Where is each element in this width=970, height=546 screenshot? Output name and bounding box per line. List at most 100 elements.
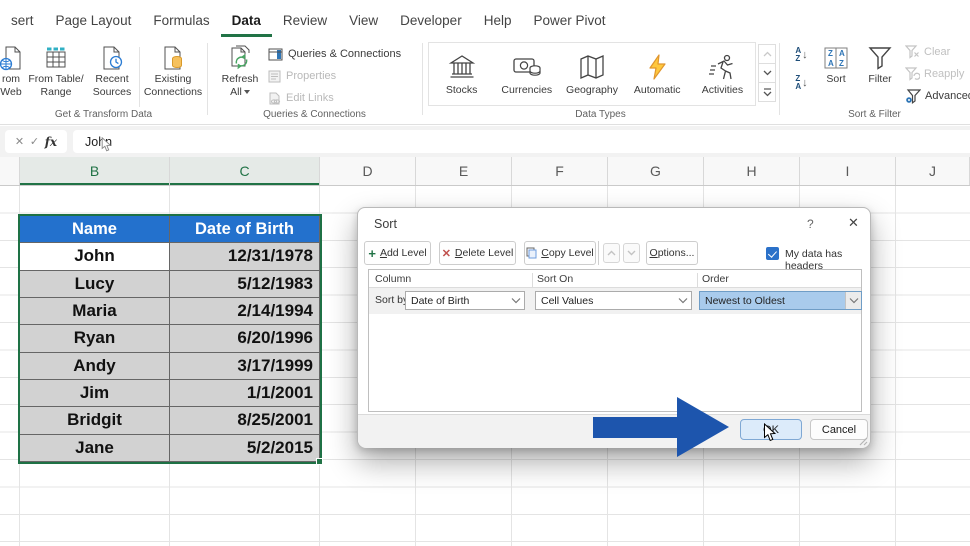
table-cell[interactable]: Ryan: [20, 325, 170, 353]
tab-formulas[interactable]: Formulas: [142, 5, 220, 37]
order-dropdown[interactable]: Newest to Oldest: [699, 291, 862, 310]
properties-button[interactable]: Properties: [268, 66, 420, 86]
table-row: Jim 1/1/2001: [20, 379, 320, 408]
refresh-all-button[interactable]: Refresh All: [212, 43, 268, 105]
tab-power-pivot[interactable]: Power Pivot: [522, 5, 616, 37]
clear-filter-button[interactable]: Clear: [905, 43, 950, 61]
column-header-D[interactable]: D: [320, 157, 416, 185]
from-table-label-2: Range: [40, 85, 72, 98]
insert-function-icon[interactable]: fx: [45, 135, 57, 149]
move-up-button[interactable]: [603, 243, 620, 263]
automatic-button[interactable]: Automatic: [625, 43, 690, 105]
from-table-range-button[interactable]: From Table/Range: [28, 43, 84, 105]
edit-links-button[interactable]: Edit Links: [268, 88, 420, 108]
geography-button[interactable]: Geography: [559, 43, 624, 105]
gallery-scroll-down-button[interactable]: [758, 63, 776, 83]
column-header-H[interactable]: H: [704, 157, 800, 185]
sort-za-icon: ZA: [795, 74, 802, 91]
gridline: [895, 186, 896, 546]
table-cell[interactable]: Lucy: [20, 270, 170, 298]
excel-window: sert Page Layout Formulas Data Review View Dev…: [0, 0, 970, 546]
table-cell[interactable]: 12/31/1978: [170, 243, 320, 271]
table-cell[interactable]: Bridgit: [20, 407, 170, 435]
table-header-cell[interactable]: Date of Birth: [170, 216, 320, 244]
from-web-icon: [0, 43, 24, 73]
table-cell[interactable]: 3/17/1999: [170, 352, 320, 380]
dialog-help-button[interactable]: ?: [807, 217, 814, 231]
column-dropdown[interactable]: Date of Birth: [405, 291, 525, 310]
tab-review[interactable]: Review: [272, 5, 338, 37]
delete-level-label: Delete Level: [454, 247, 514, 259]
reapply-filter-button[interactable]: Reapply: [905, 65, 964, 83]
copy-level-button[interactable]: Copy Level: [524, 241, 596, 265]
table-cell[interactable]: 1/1/2001: [170, 379, 320, 408]
table-cell[interactable]: 6/20/1996: [170, 325, 320, 353]
column-header-I[interactable]: I: [800, 157, 896, 185]
currencies-button[interactable]: Currencies: [494, 43, 559, 105]
order-dropdown-value: Newest to Oldest: [700, 292, 845, 309]
advanced-filter-button[interactable]: Advanced: [905, 87, 970, 105]
table-cell[interactable]: 5/2/2015: [170, 434, 320, 462]
table-cell[interactable]: Jim: [20, 379, 170, 408]
column-header-F[interactable]: F: [512, 157, 608, 185]
table-cell[interactable]: Maria: [20, 297, 170, 326]
currencies-label: Currencies: [501, 83, 553, 96]
sort-button[interactable]: ZAAZ Sort: [816, 43, 856, 105]
formula-input[interactable]: John: [73, 130, 970, 153]
add-level-label: Add Level: [379, 247, 427, 259]
enter-icon[interactable]: ✓: [30, 135, 39, 148]
refresh-all-caret-icon: [243, 89, 250, 94]
tab-bar: sert Page Layout Formulas Data Review View Dev…: [0, 0, 970, 37]
sort-levels-box: Column Sort On Order Sort by Date of Bir…: [368, 269, 862, 412]
column-header-C[interactable]: C: [170, 157, 320, 185]
tab-sert[interactable]: sert: [0, 5, 45, 37]
resize-grip[interactable]: [857, 435, 868, 446]
table-row: Maria 2/14/1994: [20, 297, 320, 326]
dialog-close-icon[interactable]: ✕: [848, 215, 859, 231]
recent-sources-button[interactable]: Recent Sources: [84, 43, 140, 105]
table-cell[interactable]: Jane: [20, 434, 170, 462]
activities-icon: [707, 53, 737, 81]
add-level-button[interactable]: + Add Level: [364, 241, 431, 265]
table-cell[interactable]: 8/25/2001: [170, 407, 320, 435]
chevron-down-icon: [845, 292, 861, 309]
column-header-G[interactable]: G: [608, 157, 704, 185]
automatic-label: Automatic: [633, 83, 681, 96]
sort-descending-button[interactable]: Z A ↓: [788, 71, 815, 95]
delete-level-button[interactable]: ✕ Delete Level: [439, 241, 516, 265]
my-data-has-headers-checkbox[interactable]: [766, 247, 779, 260]
sort-on-dropdown[interactable]: Cell Values: [535, 291, 692, 310]
fill-handle[interactable]: [316, 458, 323, 465]
column-header-row: BCDEFGHIJ: [0, 157, 970, 186]
options-button[interactable]: Options...: [646, 241, 698, 265]
table-cell[interactable]: 2/14/1994: [170, 297, 320, 326]
table-header-cell[interactable]: Name: [20, 216, 170, 244]
existing-connections-button[interactable]: Existing Connections: [142, 43, 204, 105]
recent-sources-icon: [99, 43, 125, 73]
filter-button[interactable]: Filter: [858, 43, 902, 105]
table-cell[interactable]: Andy: [20, 352, 170, 380]
tab-help[interactable]: Help: [473, 5, 523, 37]
column-header-E[interactable]: E: [416, 157, 512, 185]
geography-label: Geography: [566, 83, 618, 96]
column-header-B[interactable]: B: [20, 157, 170, 185]
gallery-scroll-up-button[interactable]: [758, 44, 776, 64]
group-label-queries-connections: Queries & Connections: [263, 109, 366, 120]
move-down-button[interactable]: [623, 243, 640, 263]
queries-connections-button[interactable]: Queries & Connections: [268, 44, 420, 64]
column-header-J[interactable]: J: [896, 157, 970, 185]
activities-button[interactable]: Activities: [690, 43, 755, 105]
tab-data[interactable]: Data: [221, 5, 272, 37]
column-header-partial[interactable]: [0, 157, 20, 185]
sort-on-header-label: Sort On: [537, 273, 574, 285]
tab-view[interactable]: View: [338, 5, 389, 37]
sort-ascending-button[interactable]: A Z ↓: [788, 43, 815, 67]
tab-developer[interactable]: Developer: [389, 5, 473, 37]
cancel-icon[interactable]: ✕: [15, 135, 24, 148]
sort-level-row: Sort by Date of Birth Cell Values Newest…: [369, 288, 862, 314]
table-cell[interactable]: 5/12/1983: [170, 270, 320, 298]
gallery-expand-button[interactable]: [758, 82, 776, 102]
table-cell[interactable]: John: [20, 243, 170, 271]
stocks-button[interactable]: Stocks: [429, 43, 494, 105]
tab-page-layout[interactable]: Page Layout: [45, 5, 143, 37]
